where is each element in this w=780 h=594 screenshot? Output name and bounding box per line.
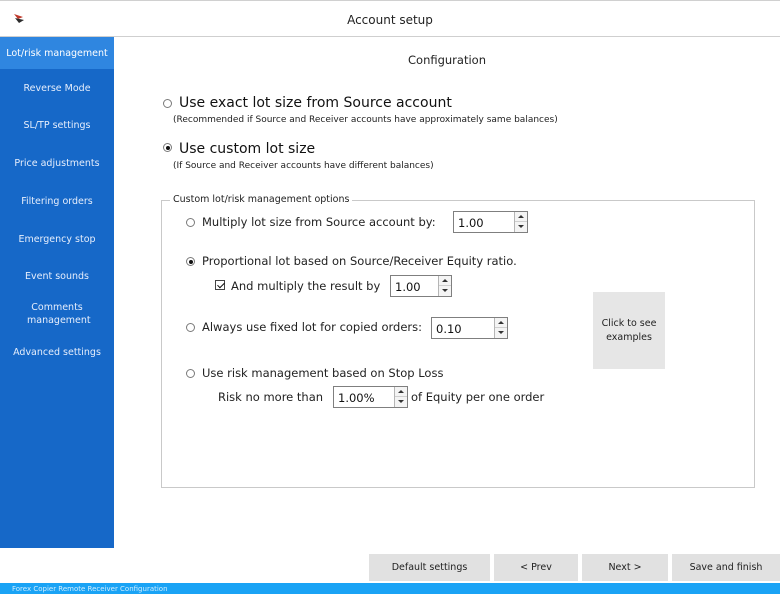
spin-up-icon[interactable]: [439, 276, 451, 286]
custom-lot-label[interactable]: Use custom lot size: [179, 141, 315, 157]
risk-percent-stepper[interactable]: 1.00%: [333, 386, 408, 408]
page-title: Configuration: [408, 53, 486, 67]
sidebar-item-sl-tp-settings[interactable]: SL/TP settings: [0, 119, 114, 132]
custom-lot-radio[interactable]: [163, 143, 172, 152]
window-title: Account setup: [347, 13, 433, 27]
spin-buttons: [394, 387, 407, 407]
multiply-lot-radio[interactable]: [186, 218, 195, 227]
multiply-lot-label[interactable]: Multiply lot size from Source account by…: [202, 215, 436, 229]
sidebar-item-price-adjustments[interactable]: Price adjustments: [0, 157, 114, 170]
risk-management-label[interactable]: Use risk management based on Stop Loss: [202, 366, 443, 380]
fixed-lot-label[interactable]: Always use fixed lot for copied orders:: [202, 320, 422, 334]
fixed-lot-radio[interactable]: [186, 323, 195, 332]
custom-options-group: [161, 200, 755, 488]
multiply-lot-stepper[interactable]: 1.00: [453, 211, 528, 233]
exact-lot-radio[interactable]: [163, 99, 172, 108]
next-button[interactable]: Next >: [582, 554, 668, 581]
examples-button[interactable]: Click to see examples: [593, 292, 665, 369]
spin-down-icon[interactable]: [395, 397, 407, 407]
spin-buttons: [438, 276, 451, 296]
exact-lot-label[interactable]: Use exact lot size from Source account: [179, 95, 452, 111]
title-bar: Account setup: [0, 0, 780, 37]
sidebar-item-advanced-settings[interactable]: Advanced settings: [0, 346, 114, 359]
spin-up-icon[interactable]: [495, 318, 507, 328]
sidebar-item-event-sounds[interactable]: Event sounds: [0, 270, 114, 283]
and-multiply-value[interactable]: 1.00: [395, 280, 421, 294]
sidebar-item-lot-risk-management[interactable]: Lot/risk management: [0, 37, 114, 69]
fixed-lot-stepper[interactable]: 0.10: [431, 317, 508, 339]
status-bar: Forex Copier Remote Receiver Configurati…: [0, 583, 780, 594]
sidebar-item-filtering-orders[interactable]: Filtering orders: [0, 195, 114, 208]
spin-down-icon[interactable]: [439, 286, 451, 296]
default-settings-button[interactable]: Default settings: [369, 554, 490, 581]
sidebar-item-reverse-mode[interactable]: Reverse Mode: [0, 82, 114, 95]
spin-buttons: [514, 212, 527, 232]
save-and-finish-button[interactable]: Save and finish: [672, 554, 780, 581]
fixed-lot-value[interactable]: 0.10: [436, 322, 462, 336]
proportional-lot-radio[interactable]: [186, 257, 195, 266]
and-multiply-stepper[interactable]: 1.00: [390, 275, 452, 297]
exact-lot-note: (Recommended if Source and Receiver acco…: [173, 115, 558, 125]
multiply-lot-value[interactable]: 1.00: [458, 216, 484, 230]
and-multiply-label[interactable]: And multiply the result by: [231, 279, 380, 293]
risk-suffix-label: of Equity per one order: [411, 390, 545, 404]
risk-prefix-label: Risk no more than: [218, 390, 324, 404]
proportional-lot-label[interactable]: Proportional lot based on Source/Receive…: [202, 254, 517, 268]
spin-up-icon[interactable]: [515, 212, 527, 222]
sidebar-item-emergency-stop[interactable]: Emergency stop: [0, 233, 114, 246]
risk-management-radio[interactable]: [186, 369, 195, 378]
sidebar: Lot/risk management Reverse Mode SL/TP s…: [0, 37, 114, 548]
status-text: Forex Copier Remote Receiver Configurati…: [12, 585, 168, 593]
custom-options-legend: Custom lot/risk management options: [170, 194, 353, 205]
prev-button[interactable]: < Prev: [494, 554, 578, 581]
spin-down-icon[interactable]: [495, 328, 507, 338]
spin-buttons: [494, 318, 507, 338]
risk-percent-value[interactable]: 1.00%: [338, 391, 375, 405]
custom-lot-note: (If Source and Receiver accounts have di…: [173, 161, 434, 171]
and-multiply-checkbox[interactable]: [215, 280, 225, 290]
spin-up-icon[interactable]: [395, 387, 407, 397]
sidebar-item-comments-management[interactable]: Comments management: [27, 301, 91, 327]
spin-down-icon[interactable]: [515, 222, 527, 232]
